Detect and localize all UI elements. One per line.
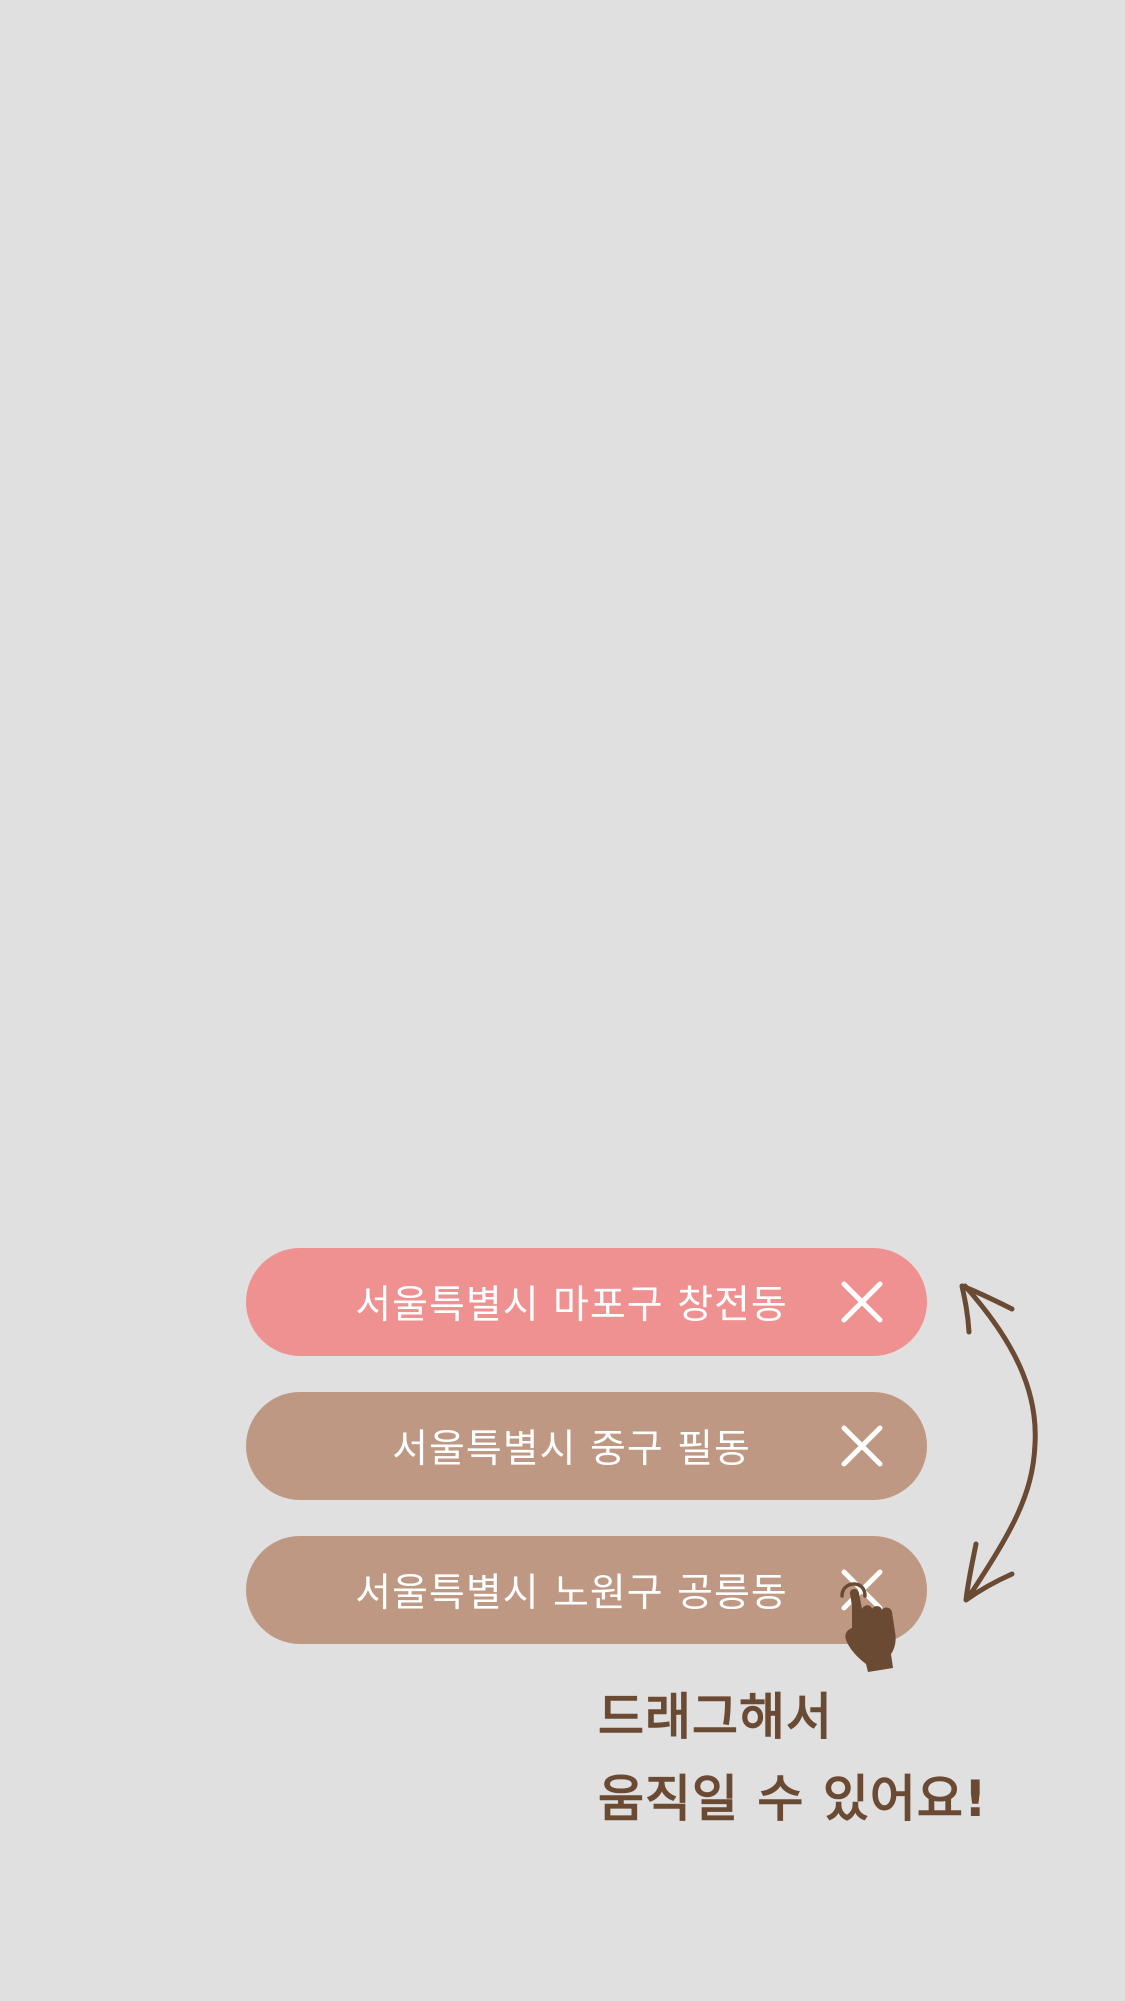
hint-line-1: 드래그해서 xyxy=(598,1688,833,1746)
location-item-label: 서울특별시 마포구 창전동 xyxy=(355,1283,788,1328)
hint-line-2: 움직일 수 있어요! xyxy=(598,1770,988,1828)
location-item-3[interactable]: 서울특별시 노원구 공릉동 xyxy=(246,1536,927,1644)
location-item-label: 서울특별시 중구 필동 xyxy=(392,1427,751,1472)
location-item-label: 서울특별시 노원구 공릉동 xyxy=(355,1571,788,1616)
close-icon[interactable] xyxy=(839,1423,885,1469)
close-icon[interactable] xyxy=(839,1279,885,1325)
location-item-2[interactable]: 서울특별시 중구 필동 xyxy=(246,1392,927,1500)
curved-double-arrow-icon xyxy=(959,1283,1038,1603)
location-item-1[interactable]: 서울특별시 마포구 창전동 xyxy=(246,1248,927,1356)
drag-hint-text: 드래그해서 움직일 수 있어요! xyxy=(598,1676,988,1840)
drag-reorder-screen: 서울특별시 마포구 창전동 서울특별시 중구 필동 서울특별시 노원구 공릉동 … xyxy=(0,0,1125,2001)
pointing-hand-icon xyxy=(840,1582,896,1672)
